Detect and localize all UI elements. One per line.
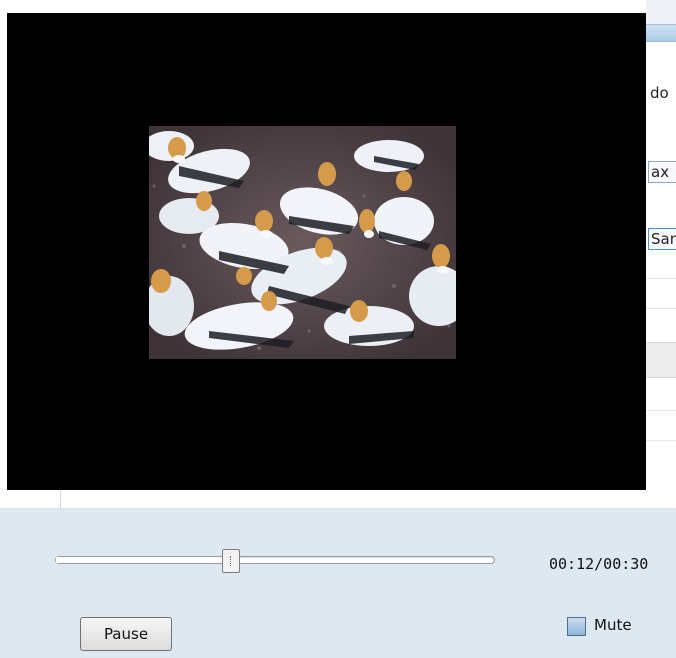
background-ribbon <box>646 24 676 42</box>
seek-slider-fill <box>56 557 232 563</box>
mute-label: Mute <box>594 616 632 634</box>
pause-button[interactable]: Pause <box>80 617 172 651</box>
background-titlebar <box>646 0 676 24</box>
background-field-fragment[interactable]: ax <box>648 161 676 183</box>
background-divider <box>646 278 676 279</box>
divider <box>60 490 61 508</box>
seek-slider-track[interactable] <box>55 556 495 564</box>
background-divider <box>646 440 676 441</box>
seek-slider-thumb[interactable] <box>222 549 240 573</box>
video-frame-birds <box>149 126 456 359</box>
background-divider <box>646 308 676 309</box>
time-readout: 00:12/00:30 <box>549 555 649 573</box>
background-header-band <box>646 342 676 378</box>
background-combo-fragment[interactable]: San <box>648 228 676 250</box>
video-image <box>149 126 456 359</box>
background-divider <box>646 410 676 411</box>
background-label-fragment: do <box>650 84 669 102</box>
video-bottom-spacer <box>0 490 676 509</box>
mute-checkbox[interactable] <box>567 617 586 636</box>
